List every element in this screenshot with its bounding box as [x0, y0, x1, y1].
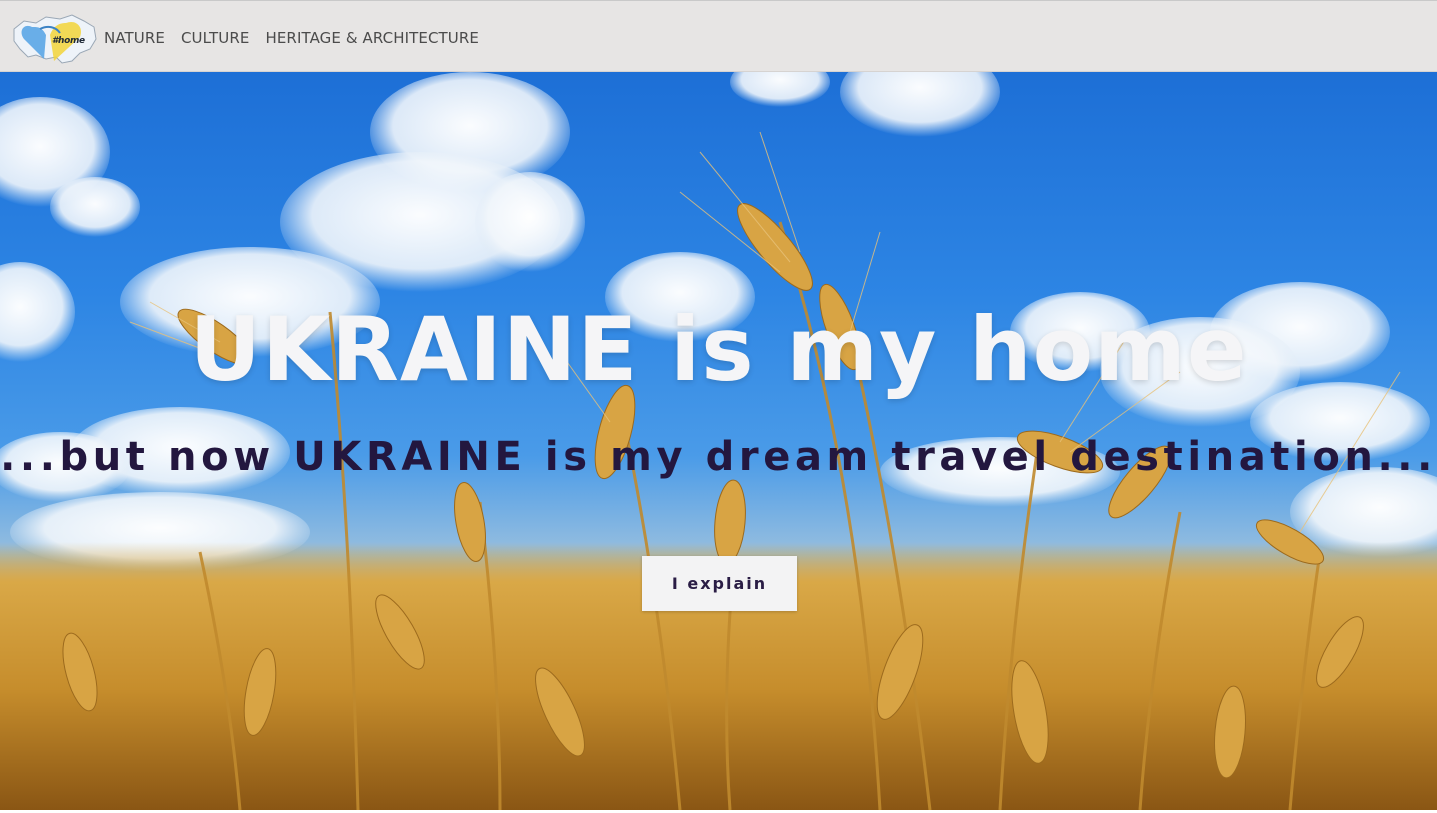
main-nav: NATURE CULTURE HERITAGE & ARCHITECTURE	[104, 29, 479, 47]
nav-item-heritage-architecture[interactable]: HERITAGE & ARCHITECTURE	[265, 29, 479, 47]
explain-button[interactable]: I explain	[642, 556, 797, 611]
hero-title: UKRAINE is my home	[189, 298, 1248, 401]
home-logo[interactable]: #home	[10, 9, 98, 67]
nav-item-nature[interactable]: NATURE	[104, 29, 165, 47]
logo-text: #home	[52, 36, 85, 46]
nav-item-culture[interactable]: CULTURE	[181, 29, 250, 47]
page: #home NATURE CULTURE HERITAGE & ARCHITEC…	[0, 0, 1437, 813]
hero-section: UKRAINE is my home ...but now UKRAINE is…	[0, 72, 1437, 810]
site-header: #home NATURE CULTURE HERITAGE & ARCHITEC…	[0, 0, 1437, 72]
hero-subtitle: ...but now UKRAINE is my dream travel de…	[0, 434, 1437, 480]
